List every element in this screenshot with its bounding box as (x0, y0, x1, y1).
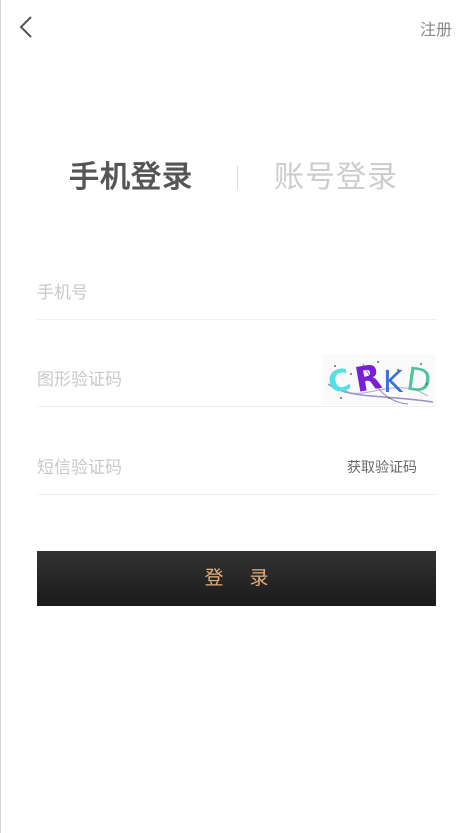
captcha-char-3: K (383, 365, 404, 400)
tab-phone-login[interactable]: 手机登录 (69, 158, 193, 198)
captcha-image[interactable]: C R K D (323, 354, 436, 405)
captcha-input[interactable] (37, 354, 307, 406)
login-button[interactable]: 登 录 (37, 551, 436, 606)
tab-account-login[interactable]: 账号登录 (274, 158, 398, 198)
back-button[interactable] (12, 12, 42, 42)
phone-field-row (37, 267, 436, 320)
phone-input[interactable] (37, 267, 307, 319)
chevron-left-icon (19, 16, 32, 38)
sms-field-row: 获取验证码 (37, 442, 436, 495)
register-link[interactable]: 注册 (420, 16, 452, 40)
tab-divider (237, 166, 238, 190)
login-tabs: 手机登录 账号登录 (0, 158, 471, 198)
sms-code-input[interactable] (37, 442, 307, 494)
captcha-char-4: D (404, 360, 434, 401)
captcha-field-row: C R K D (37, 354, 436, 407)
page-left-border (0, 0, 1, 833)
get-sms-code-button[interactable]: 获取验证码 (347, 457, 417, 477)
